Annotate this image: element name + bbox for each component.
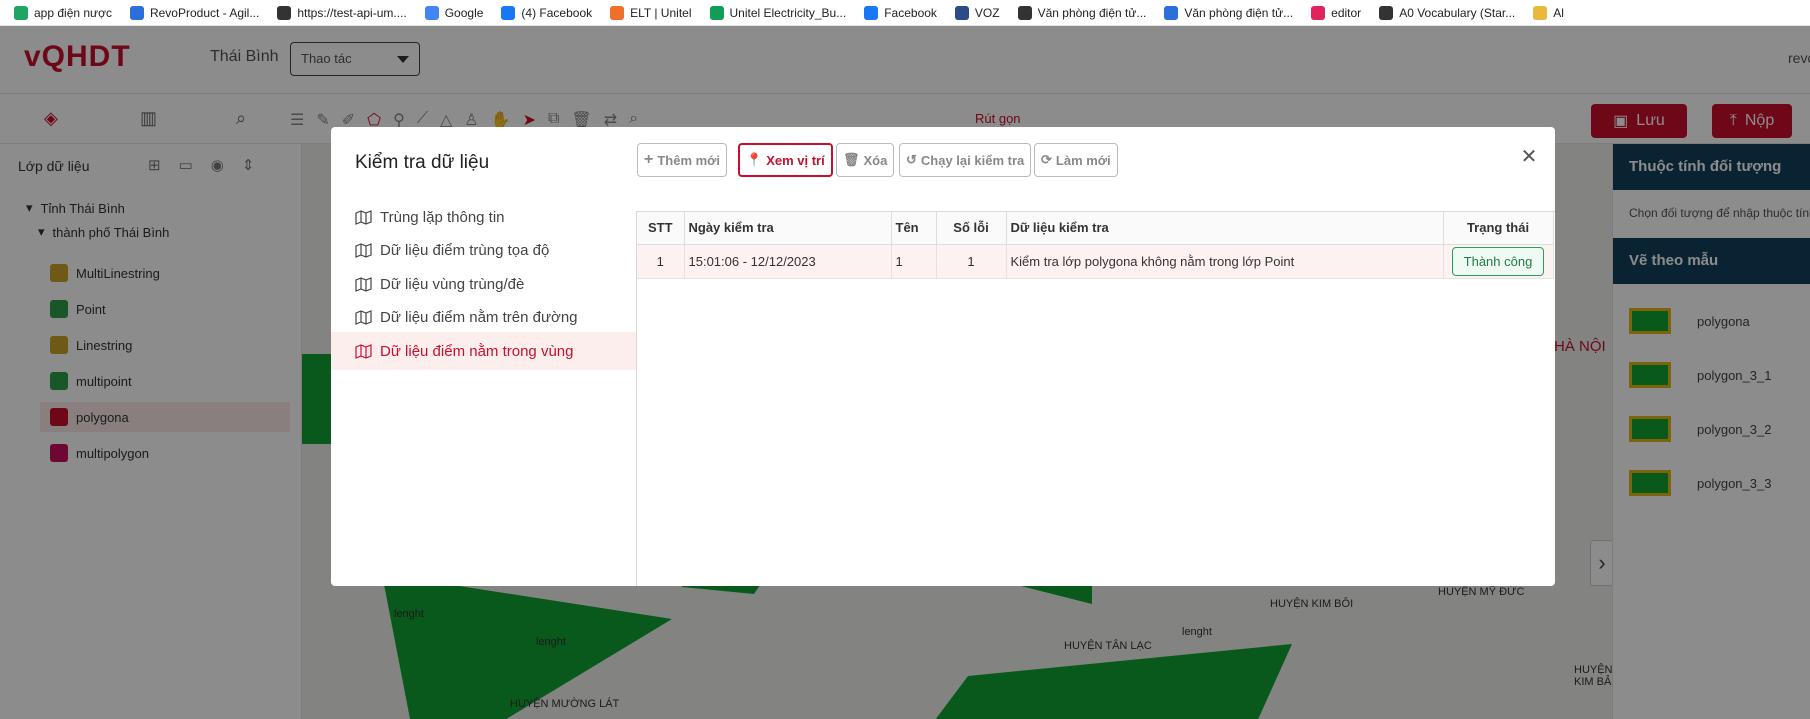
bookmark-item[interactable]: editor [1311, 5, 1362, 20]
refresh-button-label: Làm mới [1055, 152, 1111, 168]
bookmarks-bar: app điện nược RevoProduct - Agil... https:… [0, 0, 1810, 26]
map-icon [355, 276, 372, 292]
table-header-row: STT Ngày kiểm tra Tên Số lỗi Dữ liệu kiể… [637, 212, 1554, 245]
bookmark-item[interactable]: Unitel Electricity_Bu... [709, 5, 847, 20]
bookmark-item[interactable]: A0 Vocabulary (Star... [1379, 5, 1516, 20]
add-button-label: Thêm mới [657, 152, 721, 168]
bookmark-item[interactable]: Văn phòng điện tử... [1164, 5, 1294, 20]
voz-icon [954, 5, 969, 20]
sheets-icon [709, 5, 724, 20]
check-type-menu-item[interactable]: Dữ liệu điểm nằm trên đường [331, 299, 636, 337]
folder-icon [1533, 5, 1548, 20]
google-icon [424, 5, 439, 20]
bookmark-item[interactable]: app điện nược [14, 5, 112, 20]
globe-icon [1017, 5, 1032, 20]
table-row[interactable]: 1 15:01:06 - 12/12/2023 1 1 Kiểm tra lớp… [637, 244, 1554, 279]
cell-date: 15:01:06 - 12/12/2023 [684, 244, 892, 279]
bookmark-item[interactable]: https://test-api-um.... [277, 5, 407, 20]
menu-item-label: Trùng lặp thông tin [380, 208, 505, 226]
map-icon [355, 343, 372, 359]
unitel-icon [610, 5, 625, 20]
bookmark-item[interactable]: ELT | Unitel [610, 5, 692, 20]
bookmark-label: Văn phòng điện tử... [1184, 5, 1294, 20]
close-icon[interactable]: ✕ [1519, 147, 1539, 167]
col-name[interactable]: Tên [891, 212, 937, 245]
bookmark-label: RevoProduct - Agil... [149, 5, 260, 20]
bookmark-label: Văn phòng điện tử... [1037, 5, 1147, 20]
menu-item-label: Dữ liệu điểm nằm trong vùng [380, 342, 574, 360]
editor-icon [1311, 5, 1326, 20]
plus-icon: + [644, 151, 654, 168]
delete-button-label: Xóa [863, 152, 888, 168]
bookmark-label: VOZ [974, 5, 1000, 20]
bookmark-label: app điện nược [34, 5, 112, 20]
bookmark-item[interactable]: Facebook [864, 5, 937, 20]
bookmark-label: (4) Facebook [521, 5, 593, 20]
bookmark-label: Unitel Electricity_Bu... [729, 5, 847, 20]
results-table-container: STT Ngày kiểm tra Tên Số lỗi Dữ liệu kiể… [636, 211, 1555, 586]
view-location-button[interactable]: 📍 Xem vị trí [738, 143, 833, 177]
menu-item-label: Dữ liệu điểm trùng tọa độ [380, 242, 550, 259]
map-pin-icon: 📍 [746, 152, 763, 167]
bookmark-item[interactable]: Văn phòng điện tử... [1017, 5, 1147, 20]
bookmark-item[interactable]: RevoProduct - Agil... [129, 5, 260, 20]
check-type-menu-item[interactable]: Dữ liệu điểm nằm trong vùng [331, 332, 636, 370]
col-status[interactable]: Trạng thái [1443, 212, 1554, 245]
bookmark-item[interactable]: Al [1533, 5, 1564, 20]
refresh-icon: ⟳ [1041, 152, 1052, 167]
globe-icon [277, 5, 292, 20]
bookmark-label: Google [444, 5, 484, 20]
globe-icon [1379, 5, 1394, 20]
map-icon [355, 243, 372, 258]
bookmark-label: Facebook [884, 5, 937, 20]
check-type-menu-item[interactable]: Dữ liệu vùng trùng/đè [331, 265, 636, 303]
v-icon [1164, 5, 1179, 20]
cell-data: Kiểm tra lớp polygona không nằm trong lớ… [1006, 244, 1444, 279]
menu-item-label: Dữ liệu điểm nằm trên đường [380, 309, 578, 326]
delete-button[interactable]: 🗑 Xóa [836, 143, 895, 177]
refresh-button[interactable]: ⟳ Làm mới [1034, 143, 1118, 177]
bookmark-label: editor [1331, 5, 1362, 20]
col-errors[interactable]: Số lỗi [936, 212, 1007, 245]
facebook-icon [501, 5, 516, 20]
cell-status: Thành công [1443, 244, 1554, 279]
check-type-menu-item[interactable]: Dữ liệu điểm trùng tọa độ [331, 232, 636, 270]
bookmark-label: Al [1553, 5, 1564, 20]
map-icon [355, 310, 372, 325]
modal-title: Kiểm tra dữ liệu [355, 152, 490, 173]
view-location-label: Xem vị trí [766, 152, 825, 168]
check-type-menu-item[interactable]: Trùng lặp thông tin [331, 198, 636, 236]
cell-errors: 1 [936, 244, 1007, 279]
add-button[interactable]: + Thêm mới [637, 143, 728, 177]
map-icon [355, 209, 372, 225]
menu-item-label: Dữ liệu vùng trùng/đè [380, 275, 525, 293]
cell-stt: 1 [637, 244, 685, 279]
bookmark-label: ELT | Unitel [630, 5, 692, 20]
col-stt[interactable]: STT [637, 212, 685, 245]
diamond-icon [129, 5, 144, 20]
col-date[interactable]: Ngày kiểm tra [684, 212, 892, 245]
bookmark-item[interactable]: VOZ [954, 5, 1000, 20]
facebook-icon [864, 5, 879, 20]
data-check-modal: Kiểm tra dữ liệu ✕ + Thêm mới 📍 Xem vị t… [331, 127, 1555, 586]
trash-icon: 🗑 [843, 152, 860, 167]
undo-icon: ↺ [906, 152, 917, 167]
google-drive-icon [14, 5, 28, 20]
results-table: STT Ngày kiểm tra Tên Số lỗi Dữ liệu kiể… [637, 212, 1554, 279]
bookmark-label: A0 Vocabulary (Star... [1399, 5, 1516, 20]
bookmark-item[interactable]: (4) Facebook [501, 5, 593, 20]
col-data[interactable]: Dữ liệu kiểm tra [1006, 212, 1444, 245]
cell-name: 1 [891, 244, 937, 279]
bookmark-item[interactable]: Google [424, 5, 484, 20]
status-badge: Thành công [1451, 246, 1545, 276]
rerun-button-label: Chạy lại kiểm tra [920, 152, 1025, 168]
rerun-check-button[interactable]: ↺ Chạy lại kiểm tra [899, 143, 1032, 177]
bookmark-label: https://test-api-um.... [297, 5, 407, 20]
